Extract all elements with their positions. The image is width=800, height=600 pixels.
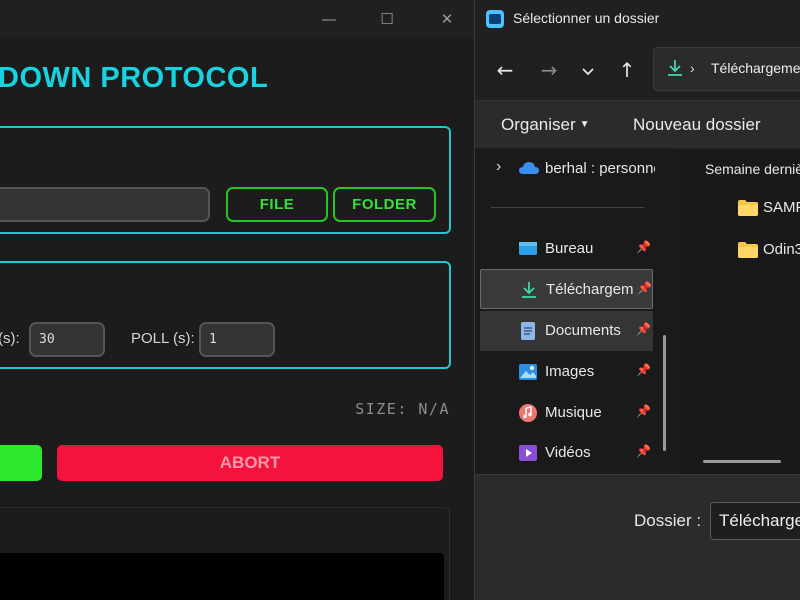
sidebar-item-label: Téléchargements <box>546 281 634 298</box>
pin-icon[interactable]: 📌 <box>637 281 652 295</box>
desktop-icon <box>518 239 538 259</box>
size-status: SIZE: N/A <box>355 400 450 418</box>
documents-icon <box>518 321 538 341</box>
interval-label: (s): <box>0 330 20 347</box>
start-button[interactable] <box>0 445 42 481</box>
folder-picker-app-icon <box>486 10 504 28</box>
log-console[interactable] <box>0 553 444 600</box>
pin-icon[interactable]: 📌 <box>636 322 651 336</box>
sidebar-item-onedrive[interactable]: › berhal : personnel <box>480 149 655 189</box>
path-input[interactable] <box>0 187 210 222</box>
sidebar-item-musique[interactable]: Musique 📌 <box>480 393 653 433</box>
address-current-folder: Téléchargements <box>711 60 800 76</box>
new-folder-button[interactable]: Nouveau dossier <box>633 115 761 135</box>
videos-icon <box>518 443 538 463</box>
poll-input[interactable]: 1 <box>199 322 275 357</box>
minimize-icon[interactable]: — <box>316 6 342 32</box>
folder-button[interactable]: FOLDER <box>333 187 436 222</box>
command-bar: Organiser ▼ Nouveau dossier <box>475 100 800 148</box>
poll-label: POLL (s): <box>131 330 195 347</box>
sidebar-item-label: Bureau <box>545 240 594 257</box>
arrow-left-icon[interactable]: ← <box>491 57 519 83</box>
chevron-right-icon[interactable]: › <box>496 158 501 176</box>
maximize-icon[interactable]: ☐ <box>374 6 400 32</box>
app-title: DOWN PROTOCOL <box>0 62 269 94</box>
music-icon <box>518 403 538 423</box>
sidebar-item-label: Musique <box>545 404 602 421</box>
dialog-footer: Dossier : Téléchargements <box>475 474 800 600</box>
navigation-bar: ← → ↑ › Téléchargements <box>475 38 800 100</box>
download-icon <box>666 58 684 83</box>
sidebar-item-telechargements[interactable]: Téléchargements 📌 <box>480 269 653 309</box>
pin-icon[interactable]: 📌 <box>636 363 651 377</box>
pin-icon[interactable]: 📌 <box>636 444 651 458</box>
chevron-down-icon[interactable] <box>574 57 602 83</box>
sidebar-item-videos[interactable]: Vidéos 📌 <box>480 433 653 473</box>
app-window: — ☐ ✕ DOWN PROTOCOL FILE FOLDER (s): 30 … <box>0 0 474 600</box>
sidebar-item-label: Documents <box>545 322 621 339</box>
interval-input[interactable]: 30 <box>29 322 105 357</box>
group-header: Semaine dernière <box>705 161 800 177</box>
folder-name: SAMF <box>763 199 800 216</box>
screen: — ☐ ✕ DOWN PROTOCOL FILE FOLDER (s): 30 … <box>0 0 800 600</box>
folder-name: Odin3 <box>763 241 800 258</box>
sidebar-item-bureau[interactable]: Bureau 📌 <box>480 229 653 269</box>
cloud-icon <box>518 159 539 179</box>
sidebar-item-label: Vidéos <box>545 444 591 461</box>
navigation-pane: › berhal : personnel Bureau 📌 Télécharge… <box>475 149 679 474</box>
address-bar[interactable]: › Téléchargements <box>653 47 800 91</box>
horizontal-scrollbar[interactable] <box>703 460 781 463</box>
file-button[interactable]: FILE <box>226 187 328 222</box>
app-titlebar: — ☐ ✕ <box>0 0 474 38</box>
organise-label: Organiser <box>501 115 576 134</box>
sidebar-item-label: Images <box>545 363 595 380</box>
caret-down-icon: ▼ <box>579 119 590 130</box>
sidebar-divider <box>491 207 644 208</box>
folder-icon <box>737 241 759 264</box>
arrow-up-icon[interactable]: ↑ <box>613 57 641 83</box>
organise-button[interactable]: Organiser ▼ <box>501 115 590 135</box>
folder-field-label: Dossier : <box>634 511 702 530</box>
pin-icon[interactable]: 📌 <box>636 240 651 254</box>
dialog-title: Sélectionner un dossier <box>513 10 660 26</box>
sidebar-item-label: berhal : personnel <box>545 160 655 177</box>
folder-name-field[interactable]: Téléchargements <box>710 502 800 540</box>
download-icon <box>519 280 539 300</box>
images-icon <box>518 362 538 382</box>
folder-picker-dialog: Sélectionner un dossier ← → ↑ › Téléchar… <box>474 0 800 600</box>
folder-icon <box>737 199 759 222</box>
navigation-scrollbar[interactable] <box>663 335 666 451</box>
sidebar-item-documents[interactable]: Documents 📌 <box>480 311 653 351</box>
folder-content-pane: Semaine dernière SAMF Odin3 <box>679 149 800 474</box>
pin-icon[interactable]: 📌 <box>636 404 651 418</box>
dialog-titlebar: Sélectionner un dossier <box>475 0 800 38</box>
close-icon[interactable]: ✕ <box>434 6 460 32</box>
sidebar-item-images[interactable]: Images 📌 <box>480 352 653 392</box>
address-separator: › <box>690 60 695 76</box>
abort-button[interactable]: ABORT <box>57 445 443 481</box>
arrow-right-icon[interactable]: → <box>535 57 563 83</box>
